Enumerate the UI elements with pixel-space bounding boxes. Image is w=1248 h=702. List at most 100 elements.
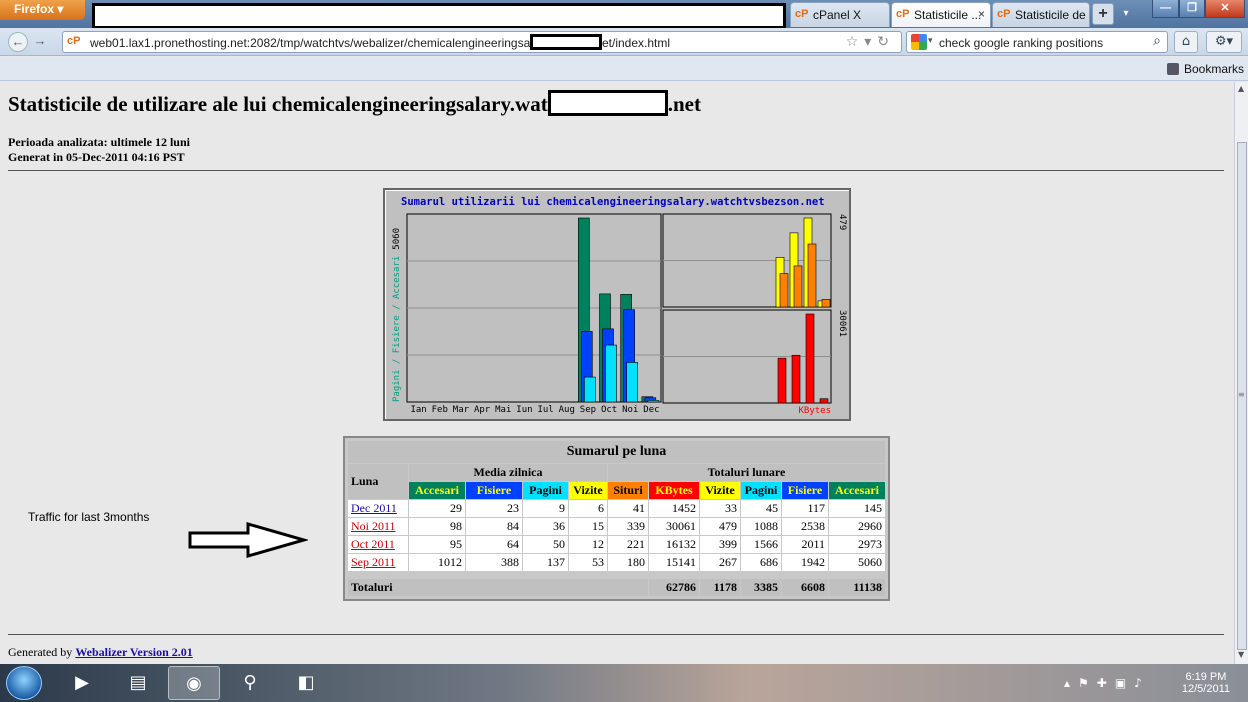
total-value: 16132 bbox=[649, 536, 699, 553]
tab-statistics-active[interactable]: cP Statisticile ... × bbox=[891, 2, 991, 27]
tab-label: Statisticile ... bbox=[914, 8, 982, 22]
tab-cpanel[interactable]: cP cPanel X bbox=[790, 2, 890, 27]
scroll-down-icon[interactable]: ▼ bbox=[1238, 650, 1244, 659]
addon-gear-icon[interactable]: ⚙▾ bbox=[1206, 31, 1242, 53]
daily-value: 50 bbox=[523, 536, 568, 553]
x-tick-label: Mar bbox=[453, 405, 470, 415]
report-meta: Perioada analizata: ultimele 12 luni Gen… bbox=[8, 135, 190, 165]
minimize-button[interactable]: — bbox=[1152, 0, 1179, 18]
month-link[interactable]: Noi 2011 bbox=[351, 519, 396, 533]
month-link[interactable]: Dec 2011 bbox=[351, 501, 397, 515]
search-bar[interactable]: ▾ check google ranking positions ⌕ bbox=[906, 31, 1168, 53]
close-tab-icon[interactable]: × bbox=[978, 7, 985, 21]
bookmarks-icon bbox=[1166, 63, 1179, 75]
footer-text: Generated by bbox=[8, 645, 73, 659]
media-player-icon[interactable]: ▶ bbox=[56, 666, 108, 700]
daily-value: 64 bbox=[466, 536, 522, 553]
x-tick-label: Iun bbox=[516, 405, 532, 415]
divider bbox=[8, 634, 1224, 635]
firefox-menu-button[interactable]: Firefox ▾ bbox=[0, 0, 85, 20]
home-icon[interactable]: ⌂ bbox=[1174, 31, 1198, 53]
list-tabs-button[interactable]: ▾ bbox=[1117, 3, 1135, 25]
explorer-folder-icon[interactable]: ▤ bbox=[112, 666, 164, 700]
bookmark-star-icon[interactable]: ☆▾↻ bbox=[846, 34, 895, 50]
right-bottom-max-label: 30061 bbox=[837, 310, 847, 337]
month-link[interactable]: Oct 2011 bbox=[351, 537, 395, 551]
cpanel-icon: cP bbox=[997, 8, 1011, 20]
total-value: 686 bbox=[741, 554, 781, 571]
daily-value: 388 bbox=[466, 554, 522, 571]
total-value: 221 bbox=[608, 536, 648, 553]
daily-value: 15 bbox=[569, 518, 607, 535]
total-col-header: KBytes bbox=[649, 482, 699, 499]
daily-value: 84 bbox=[466, 518, 522, 535]
bar-situri bbox=[779, 273, 789, 308]
total-value: 1942 bbox=[782, 554, 828, 571]
y-max-label: 5060 bbox=[392, 228, 402, 250]
bar-situri bbox=[807, 243, 817, 308]
navigation-toolbar: ← → cP web01.lax1.pronethosting.net:2082… bbox=[0, 28, 1248, 56]
page-content: Statisticile de utilizare ale lui chemic… bbox=[0, 82, 1234, 664]
total-value: 2960 bbox=[829, 518, 885, 535]
month-link[interactable]: Sep 2011 bbox=[351, 555, 396, 569]
tray-icons[interactable]: ▴⚑✚▣♪ bbox=[1064, 676, 1150, 690]
scrollbar-grip-icon: ≡ bbox=[1238, 390, 1245, 399]
monthly-summary-table: Sumarul pe luna Luna Media zilnica Total… bbox=[343, 436, 890, 601]
total-col-header: Vizite bbox=[700, 482, 740, 499]
forward-arrow-icon[interactable]: → bbox=[32, 32, 48, 52]
totals-label: Totaluri bbox=[348, 579, 648, 596]
back-arrow-icon[interactable]: ← bbox=[8, 32, 28, 52]
col-month-header: Luna bbox=[348, 464, 408, 499]
totals-value: 1178 bbox=[700, 579, 740, 596]
total-col-header: Accesari bbox=[829, 482, 885, 499]
app-window-icon[interactable]: ◧ bbox=[280, 666, 332, 700]
divider bbox=[8, 170, 1224, 171]
tab-statistics[interactable]: cP Statisticile de ... bbox=[992, 2, 1090, 27]
total-col-header: Fisiere bbox=[782, 482, 828, 499]
url-bar[interactable]: cP web01.lax1.pronethosting.net:2082/tmp… bbox=[62, 31, 902, 53]
total-value: 180 bbox=[608, 554, 648, 571]
bookmarks-menu[interactable]: Bookmarks bbox=[1166, 62, 1244, 76]
new-tab-button[interactable]: + bbox=[1092, 3, 1114, 25]
arrow-right-icon bbox=[188, 522, 308, 558]
clock-time: 6:19 PM bbox=[1185, 671, 1227, 683]
traffic-note: Traffic for last 3months bbox=[28, 510, 150, 524]
month-cell: Dec 2011 bbox=[348, 500, 408, 517]
scroll-up-icon[interactable]: ▲ bbox=[1238, 84, 1244, 93]
x-tick-label: Dec bbox=[643, 405, 659, 415]
month-cell: Oct 2011 bbox=[348, 536, 408, 553]
vertical-scrollbar[interactable]: ▲ ≡ ▼ bbox=[1234, 82, 1248, 664]
clock[interactable]: 6:19 PM 12/5/2011 bbox=[1182, 671, 1230, 695]
search-input[interactable]: check google ranking positions bbox=[939, 36, 1103, 50]
bookmarks-toolbar: Bookmarks bbox=[0, 57, 1248, 81]
tab-label: Statisticile de ... bbox=[1015, 8, 1089, 22]
webalizer-link[interactable]: Webalizer Version 2.01 bbox=[75, 645, 192, 659]
search-engine-dropdown-icon[interactable]: ▾ bbox=[928, 36, 933, 46]
redaction-box bbox=[547, 90, 668, 116]
total-col-header: Pagini bbox=[741, 482, 781, 499]
firefox-taskbar-icon[interactable]: ◉ bbox=[168, 666, 220, 700]
close-window-button[interactable]: ✕ bbox=[1205, 0, 1245, 18]
daily-value: 1012 bbox=[409, 554, 465, 571]
daily-value: 53 bbox=[569, 554, 607, 571]
table-caption: Sumarul pe luna bbox=[348, 441, 885, 463]
url-text: web01.lax1.pronethosting.net:2082/tmp/wa… bbox=[90, 36, 571, 50]
month-cell: Noi 2011 bbox=[348, 518, 408, 535]
bookmarks-label: Bookmarks bbox=[1183, 62, 1244, 76]
total-value: 117 bbox=[782, 500, 828, 517]
month-cell: Sep 2011 bbox=[348, 554, 408, 571]
search-app-icon[interactable]: ⚲ bbox=[224, 666, 276, 700]
right-top-max-label: 479 bbox=[837, 214, 847, 230]
bar-kbytes bbox=[791, 354, 801, 404]
url-text-suffix: et/index.html bbox=[602, 36, 671, 50]
maximize-button[interactable]: ❐ bbox=[1179, 0, 1205, 18]
total-value: 15141 bbox=[649, 554, 699, 571]
x-tick-label: Mai bbox=[495, 405, 511, 415]
daily-value: 36 bbox=[523, 518, 568, 535]
total-value: 145 bbox=[829, 500, 885, 517]
x-tick-label: Noi bbox=[622, 405, 638, 415]
search-icon[interactable]: ⌕ bbox=[1153, 33, 1161, 49]
start-button[interactable] bbox=[6, 666, 42, 700]
redaction-box bbox=[530, 34, 602, 50]
tab-label: cPanel X bbox=[813, 8, 862, 22]
